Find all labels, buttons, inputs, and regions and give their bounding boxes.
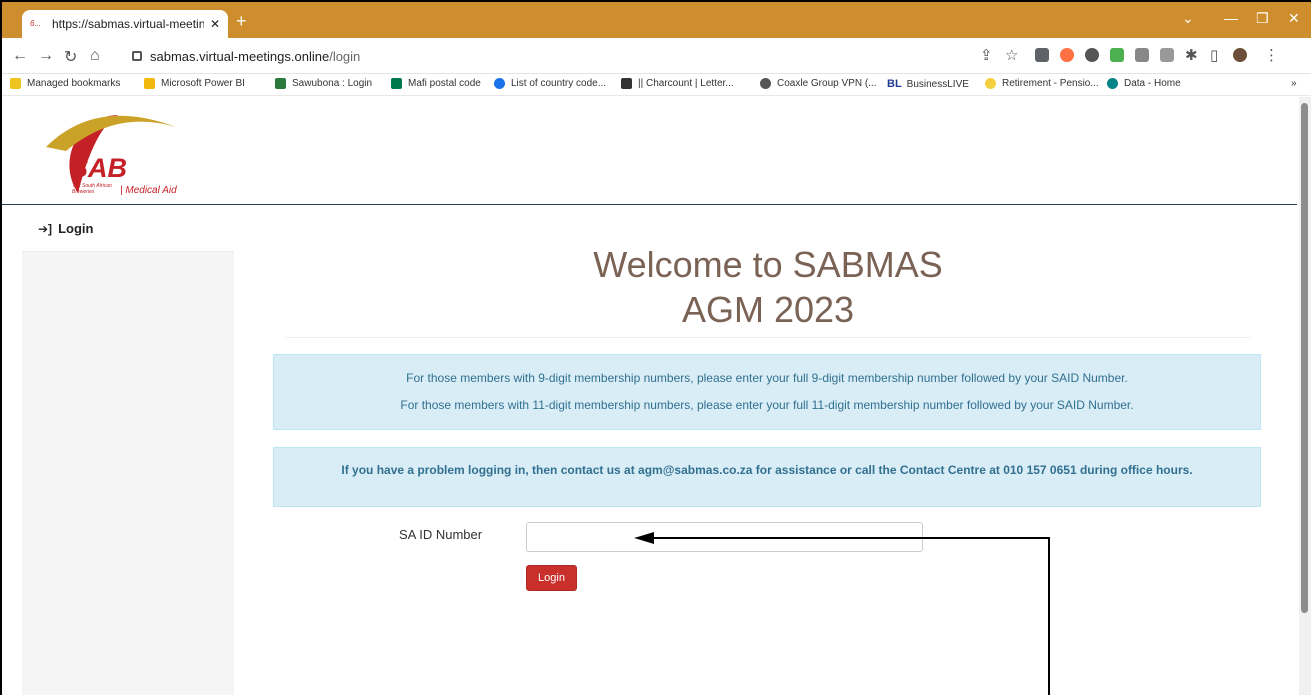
scrollbar[interactable] <box>1299 97 1311 695</box>
bookmark-item[interactable]: Sawubona : Login <box>275 78 372 89</box>
browser-window: 6... https://sabmas.virtual-meetings.c ✕… <box>0 0 1311 695</box>
sawubona-icon <box>275 78 286 89</box>
bookmark-item[interactable]: BL BusinessLIVE <box>887 78 969 90</box>
forward-icon[interactable]: → <box>38 47 54 65</box>
svg-text:Breweries: Breweries <box>72 189 95 195</box>
bookmark-item[interactable]: Managed bookmarks <box>10 78 120 89</box>
minimize-icon[interactable]: — <box>1224 10 1238 26</box>
globe-icon <box>760 78 771 89</box>
extension-icon[interactable] <box>1135 48 1149 62</box>
businesslive-icon: BL <box>887 78 902 90</box>
reload-icon[interactable]: ↻ <box>64 47 77 67</box>
sidebar-item-label: Login <box>58 221 94 236</box>
folder-icon <box>10 78 21 89</box>
bookmark-star-icon[interactable]: ☆ <box>1005 46 1018 64</box>
maximize-icon[interactable]: ❐ <box>1256 10 1269 27</box>
info-text-11-digit: For those members with 11-digit membersh… <box>400 398 1134 412</box>
sharepoint-icon <box>1107 78 1118 89</box>
info-text-9-digit: For those members with 9-digit membershi… <box>406 371 1128 385</box>
url-host: sabmas.virtual-meetings.online <box>150 48 330 64</box>
bookmark-item[interactable]: Microsoft Power BI <box>144 78 245 89</box>
bookmark-item[interactable]: Data - Home <box>1107 78 1181 89</box>
extension-icon[interactable] <box>1060 48 1074 62</box>
close-tab-icon[interactable]: ✕ <box>210 17 220 31</box>
extension-icon[interactable] <box>1035 48 1049 62</box>
sa-id-input[interactable] <box>526 522 923 552</box>
extension-icon[interactable] <box>1085 48 1099 62</box>
share-icon[interactable]: ⇪ <box>980 46 993 64</box>
address-bar[interactable]: sabmas.virtual-meetings.online/login <box>132 43 952 69</box>
qr-icon[interactable] <box>1160 48 1174 62</box>
bookmark-item[interactable]: || Charcount | Letter... <box>621 78 734 89</box>
svg-text:| Medical Aid: | Medical Aid <box>120 185 177 196</box>
flag-icon <box>391 78 402 89</box>
bookmarks-overflow-button[interactable]: » <box>1291 78 1297 89</box>
sa-id-label: SA ID Number <box>399 527 483 542</box>
svg-text:SAB: SAB <box>70 153 127 183</box>
side-panel-icon[interactable]: ▯ <box>1210 46 1218 64</box>
home-icon[interactable]: ⌂ <box>90 47 100 65</box>
browser-toolbar: ← → ↻ ⌂ sabmas.virtual-meetings.online/l… <box>2 38 1311 74</box>
url-path: /login <box>329 48 361 64</box>
web-page: SAB The South African Breweries | Medica… <box>2 97 1297 695</box>
bookmark-item[interactable]: Coaxle Group VPN (... <box>760 78 876 89</box>
bookmark-item[interactable]: List of country code... <box>494 78 606 89</box>
sidebar: ➔] Login <box>22 206 234 695</box>
back-icon[interactable]: ← <box>12 47 28 65</box>
bookmarks-bar: Managed bookmarks Microsoft Power BI Saw… <box>2 74 1311 96</box>
site-header: SAB The South African Breweries | Medica… <box>2 97 1297 205</box>
menu-icon[interactable]: ⋮ <box>1264 46 1279 64</box>
tab-strip: 6... https://sabmas.virtual-meetings.c ✕… <box>2 2 1311 38</box>
bookmark-item[interactable]: Retirement - Pensio... <box>985 78 1099 89</box>
contact-text: If you have a problem logging in, then c… <box>341 463 1193 477</box>
charcount-icon <box>621 78 632 89</box>
tab-search-icon[interactable]: ⌄ <box>1182 10 1194 27</box>
sidebar-item-login[interactable]: ➔] Login <box>22 206 234 252</box>
divider <box>286 337 1250 338</box>
sign-in-icon: ➔] <box>38 221 53 236</box>
bookmark-item[interactable]: Mafi postal code <box>391 78 481 89</box>
power-bi-icon <box>144 78 155 89</box>
browser-tab[interactable]: 6... https://sabmas.virtual-meetings.c ✕ <box>22 10 228 38</box>
puzzle-icon[interactable]: ✱ <box>1185 46 1198 64</box>
membership-info-alert: For those members with 9-digit membershi… <box>273 354 1261 430</box>
contact-info-alert: If you have a problem logging in, then c… <box>273 447 1261 507</box>
favicon-icon: 6... <box>30 19 42 28</box>
page-title: Welcome to SABMAS AGM 2023 <box>593 244 943 330</box>
sun-icon <box>985 78 996 89</box>
tab-title: https://sabmas.virtual-meetings.c <box>52 17 204 31</box>
lock-icon <box>132 51 142 61</box>
login-button[interactable]: Login <box>526 565 577 591</box>
euro-icon <box>494 78 505 89</box>
sab-logo: SAB The South African Breweries | Medica… <box>46 115 177 196</box>
close-window-icon[interactable]: ✕ <box>1288 10 1300 27</box>
extension-icon[interactable] <box>1110 48 1124 62</box>
avatar[interactable] <box>1233 48 1247 62</box>
scrollbar-thumb[interactable] <box>1301 103 1308 613</box>
new-tab-button[interactable]: + <box>236 11 247 32</box>
